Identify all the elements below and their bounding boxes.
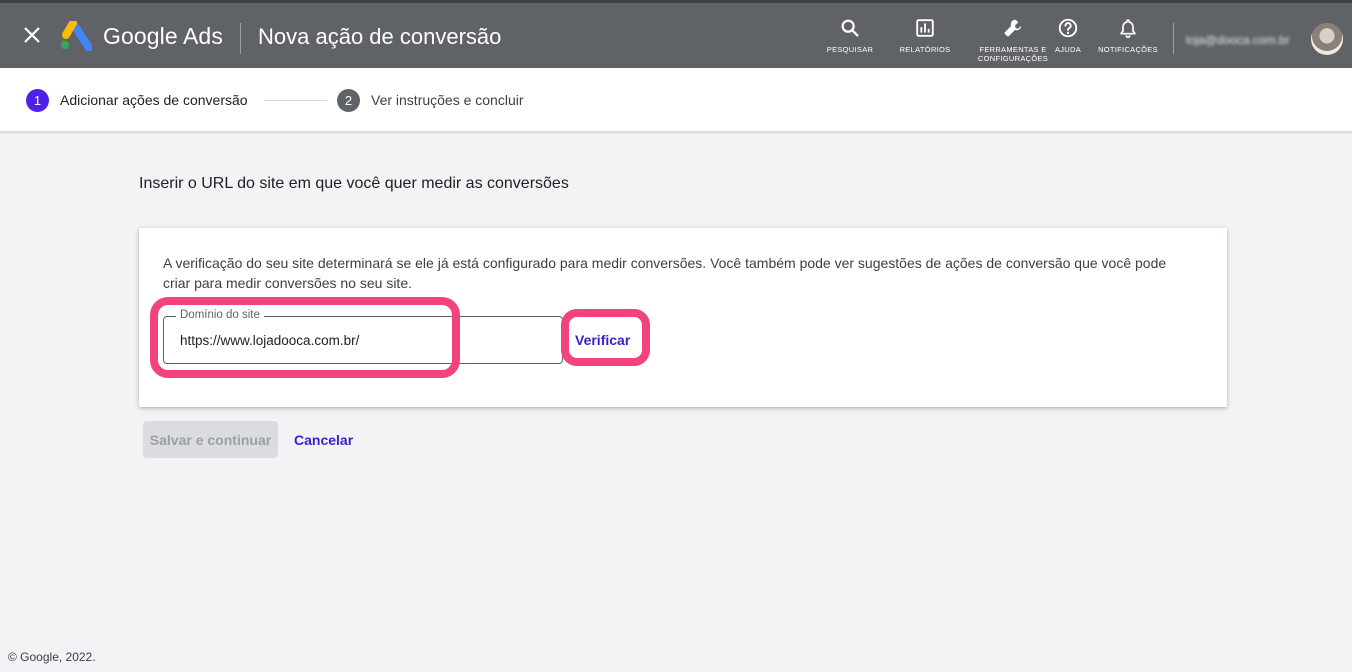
notifications-button[interactable]: NOTIFICAÇÕES [1096, 17, 1160, 54]
header-divider [240, 23, 241, 54]
tools-label-line2: CONFIGURAÇÕES [977, 54, 1049, 63]
help-icon [1058, 18, 1078, 38]
cancel-button[interactable]: Cancelar [288, 421, 359, 458]
section-heading: Inserir o URL do site em que você quer m… [139, 175, 569, 192]
save-continue-button[interactable]: Salvar e continuar [143, 421, 278, 458]
domain-field-label: Domínio do site [176, 309, 264, 321]
tools-settings-button[interactable]: FERRAMENTAS E CONFIGURAÇÕES [976, 17, 1050, 63]
help-label: AJUDA [1054, 45, 1082, 54]
verification-card: A verificação do seu site determinará se… [139, 228, 1227, 407]
step-1-label: Adicionar ações de conversão [60, 92, 248, 108]
reports-button[interactable]: RELATÓRIOS [896, 17, 954, 54]
search-button[interactable]: PESQUISAR [826, 17, 874, 54]
search-icon [841, 19, 859, 37]
step-connector [264, 100, 327, 101]
close-icon [24, 27, 40, 43]
header-divider-right [1173, 23, 1174, 54]
card-description: A verificação do seu site determinará se… [163, 255, 1167, 291]
notifications-label: NOTIFICAÇÕES [1098, 45, 1158, 54]
step-2-number: 2 [337, 89, 360, 112]
google-ads-logo-icon [60, 21, 92, 51]
help-button[interactable]: AJUDA [1050, 17, 1086, 54]
search-label: PESQUISAR [826, 45, 874, 54]
wrench-icon [1004, 19, 1022, 37]
domain-input[interactable] [180, 330, 550, 350]
account-email[interactable]: loja@dooca.com.br [1186, 33, 1304, 47]
tools-label-line1: FERRAMENTAS E [979, 45, 1047, 54]
domain-field[interactable]: Domínio do site [163, 309, 563, 364]
close-button[interactable] [20, 23, 44, 47]
top-app-bar: Google Ads Nova ação de conversão PESQUI… [0, 0, 1352, 68]
step-2-label: Ver instruções e concluir [371, 92, 524, 108]
footer-copyright: © Google, 2022. [8, 650, 96, 664]
stepper: 1 Adicionar ações de conversão 2 Ver ins… [0, 68, 1352, 132]
step-1-number: 1 [26, 89, 49, 112]
page-title: Nova ação de conversão [258, 24, 502, 49]
reports-label: RELATÓRIOS [899, 45, 951, 54]
bar-chart-icon [916, 19, 934, 37]
verify-button[interactable]: Verificar [573, 324, 632, 356]
brand-name: Google Ads [103, 23, 223, 49]
bell-icon [1120, 19, 1136, 38]
avatar[interactable] [1311, 23, 1343, 55]
